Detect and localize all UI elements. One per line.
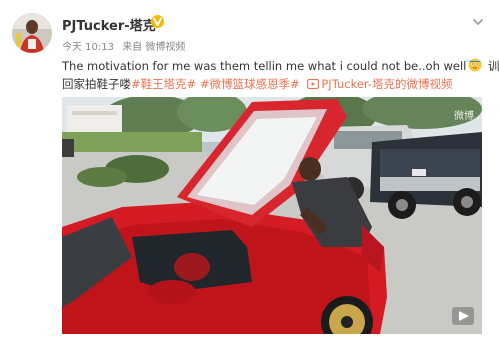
avatar[interactable] bbox=[12, 13, 52, 53]
emoji-face-icon bbox=[468, 58, 482, 72]
verified-badge-icon bbox=[150, 14, 165, 29]
post-body-text-tail: 训练完 bbox=[488, 59, 499, 73]
post-text-line-2: 回家拍鞋子喽#鞋王塔克# #微博篮球感恩季# PJTucker-塔克的微博视频 bbox=[62, 75, 487, 95]
hashtag-weibo-basketball[interactable]: #微博篮球感恩季# bbox=[200, 77, 300, 91]
play-video-icon[interactable] bbox=[307, 77, 320, 95]
video-frame-image bbox=[62, 97, 482, 334]
video-player[interactable]: 微博 bbox=[62, 97, 482, 334]
post-body-text-2: 回家拍鞋子喽 bbox=[62, 77, 131, 91]
video-watermark: 微博 bbox=[454, 111, 474, 122]
post-source[interactable]: 来自 微博视频 bbox=[122, 42, 185, 53]
post-text: The motivation for me was them tellin me… bbox=[62, 57, 499, 95]
username-link[interactable]: PJTucker-塔克 bbox=[62, 15, 156, 34]
post-meta: 今天 10:13 来自 微博视频 bbox=[62, 38, 190, 53]
post-body-text: The motivation for me was them tellin me… bbox=[62, 59, 467, 73]
video-link[interactable]: PJTucker-塔克的微博视频 bbox=[321, 77, 452, 91]
post-time[interactable]: 今天 10:13 bbox=[62, 42, 114, 53]
hashtag-shoe-king[interactable]: #鞋王塔克# bbox=[131, 77, 196, 91]
post-text-line-1: The motivation for me was them tellin me… bbox=[62, 57, 499, 75]
chevron-down-icon[interactable] bbox=[471, 14, 485, 28]
